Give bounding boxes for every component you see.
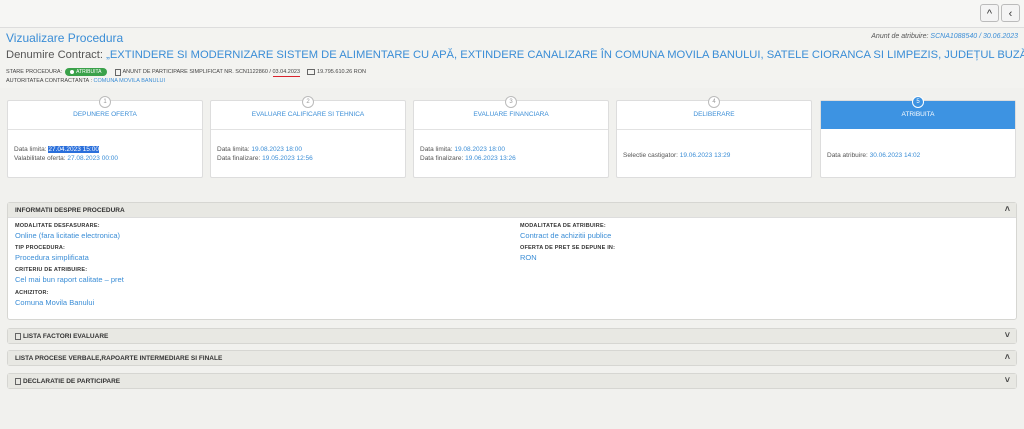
field-modalitate-atribuire: MODALITATEA DE ATRIBUIRE: Contract de ac… [520, 223, 612, 240]
back-button[interactable]: ‹ [1001, 4, 1020, 22]
document-icon [15, 332, 21, 340]
contract-name: „EXTINDERE SI MODERNIZARE SISTEM DE ALIM… [106, 49, 1024, 61]
autoritate-contractanta: AUTORITATEA CONTRACTANTA : COMUNA MOVILA… [6, 78, 166, 84]
info-panel-title: INFORMATII DESPRE PROCEDURA [15, 206, 125, 214]
step-evaluare-financiara[interactable]: 3 EVALUARE FINANCIARA Data limita: 19.08… [413, 96, 609, 178]
step-details: Data limita: 19.08.2023 18:00 Data final… [217, 146, 313, 162]
panel-procese-verbale[interactable]: LISTA PROCESE VERBALE,RAPOARTE INTERMEDI… [7, 350, 1017, 366]
status-line: STARE PROCEDURA: ATRIBUITA ANUNT DE PART… [6, 68, 366, 77]
step-title: DEPUNERE OFERTA [73, 111, 137, 118]
chevron-left-icon: ‹ [1008, 8, 1013, 20]
step-details: Selectie castigator: 19.06.2023 13:29 [623, 152, 731, 159]
step-number: 4 [708, 96, 720, 108]
field-oferta-pret: OFERTA DE PRET SE DEPUNE IN: RON [520, 245, 616, 262]
info-panel-header[interactable]: INFORMATII DESPRE PROCEDURA ˄ [8, 203, 1016, 218]
scroll-up-button[interactable]: ^ [980, 4, 999, 22]
step-title: ATRIBUITA [901, 111, 935, 118]
panel-factori-evaluare[interactable]: LISTA FACTORI EVALUARE ˅ [7, 328, 1017, 344]
field-criteriu-atribuire: CRITERIU DE ATRIBUIRE: Cel mai bun rapor… [15, 267, 124, 284]
document-icon [15, 377, 21, 385]
page-title: Vizualizare Procedura [6, 31, 124, 45]
step-number: 3 [505, 96, 517, 108]
field-modalitate-desfasurare: MODALITATE DESFASURARE: Online (fara lic… [15, 223, 121, 240]
contract-title: Denumire Contract: „EXTINDERE SI MODERNI… [6, 49, 1024, 61]
step-number: 5 [912, 96, 924, 108]
money-icon [307, 69, 316, 75]
step-deliberare[interactable]: 4 DELIBERARE Selectie castigator: 19.06.… [616, 96, 812, 178]
step-title: DELIBERARE [693, 111, 735, 118]
step-details: Data limita: 27.04.2023 15:00 Valabilita… [14, 146, 118, 162]
achizitor-link[interactable]: Comuna Movila Banului [15, 298, 94, 307]
panel-declaratie-participare[interactable]: DECLARATIE DE PARTICIPARE ˅ [7, 373, 1017, 389]
anunt-atribuire: Anunt de atribuire: SCNA1088540 / 30.06.… [871, 33, 1018, 40]
anunt-participare-date: 03.04.2023 [272, 69, 301, 77]
step-title: EVALUARE FINANCIARA [473, 111, 549, 118]
chevron-up-icon[interactable]: ˄ [1005, 352, 1010, 362]
step-atribuita[interactable]: 5 ATRIBUITA Data atribuire: 30.06.2023 1… [820, 96, 1016, 178]
document-icon [114, 68, 121, 76]
valoare-estimata: 19.795.610.26 [317, 69, 353, 75]
chevron-up-icon: ^ [986, 8, 993, 20]
field-achizitor: ACHIZITOR: Comuna Movila Banului [15, 290, 95, 307]
chevron-down-icon[interactable]: ˅ [1005, 330, 1010, 340]
step-depunere-oferta[interactable]: 1 DEPUNERE OFERTA Data limita: 27.04.202… [7, 96, 203, 178]
step-number: 1 [99, 96, 111, 108]
info-panel: INFORMATII DESPRE PROCEDURA ˄ MODALITATE… [7, 202, 1017, 320]
chevron-up-icon[interactable]: ˄ [1005, 204, 1010, 214]
field-tip-procedura: TIP PROCEDURA: Procedura simplificata [15, 245, 89, 262]
chevron-down-icon[interactable]: ˅ [1005, 375, 1010, 385]
top-bar: ^ ‹ [0, 0, 1024, 28]
status-badge: ATRIBUITA [65, 68, 107, 76]
step-details: Data atribuire: 30.06.2023 14:02 [827, 152, 921, 159]
step-title: EVALUARE CALIFICARE SI TEHNICA [251, 111, 365, 118]
data-limita-value: 27.04.2023 15:00 [48, 146, 99, 153]
step-details: Data limita: 19.08.2023 18:00 Data final… [420, 146, 516, 162]
anunt-atribuire-link[interactable]: SCNA1088540 / 30.06.2023 [930, 33, 1018, 40]
moneda: RON [353, 69, 366, 75]
autoritate-link[interactable]: COMUNA MOVILA BANULUI [94, 78, 166, 84]
step-number: 2 [302, 96, 314, 108]
anunt-participare[interactable]: ANUNT DE PARTICIPARE SIMPLIFICAT NR. SCN… [123, 69, 301, 77]
procedure-header: Vizualizare Procedura Anunt de atribuire… [0, 28, 1024, 88]
step-evaluare-calificare[interactable]: 2 EVALUARE CALIFICARE SI TEHNICA Data li… [210, 96, 406, 178]
dot-icon [70, 69, 75, 74]
